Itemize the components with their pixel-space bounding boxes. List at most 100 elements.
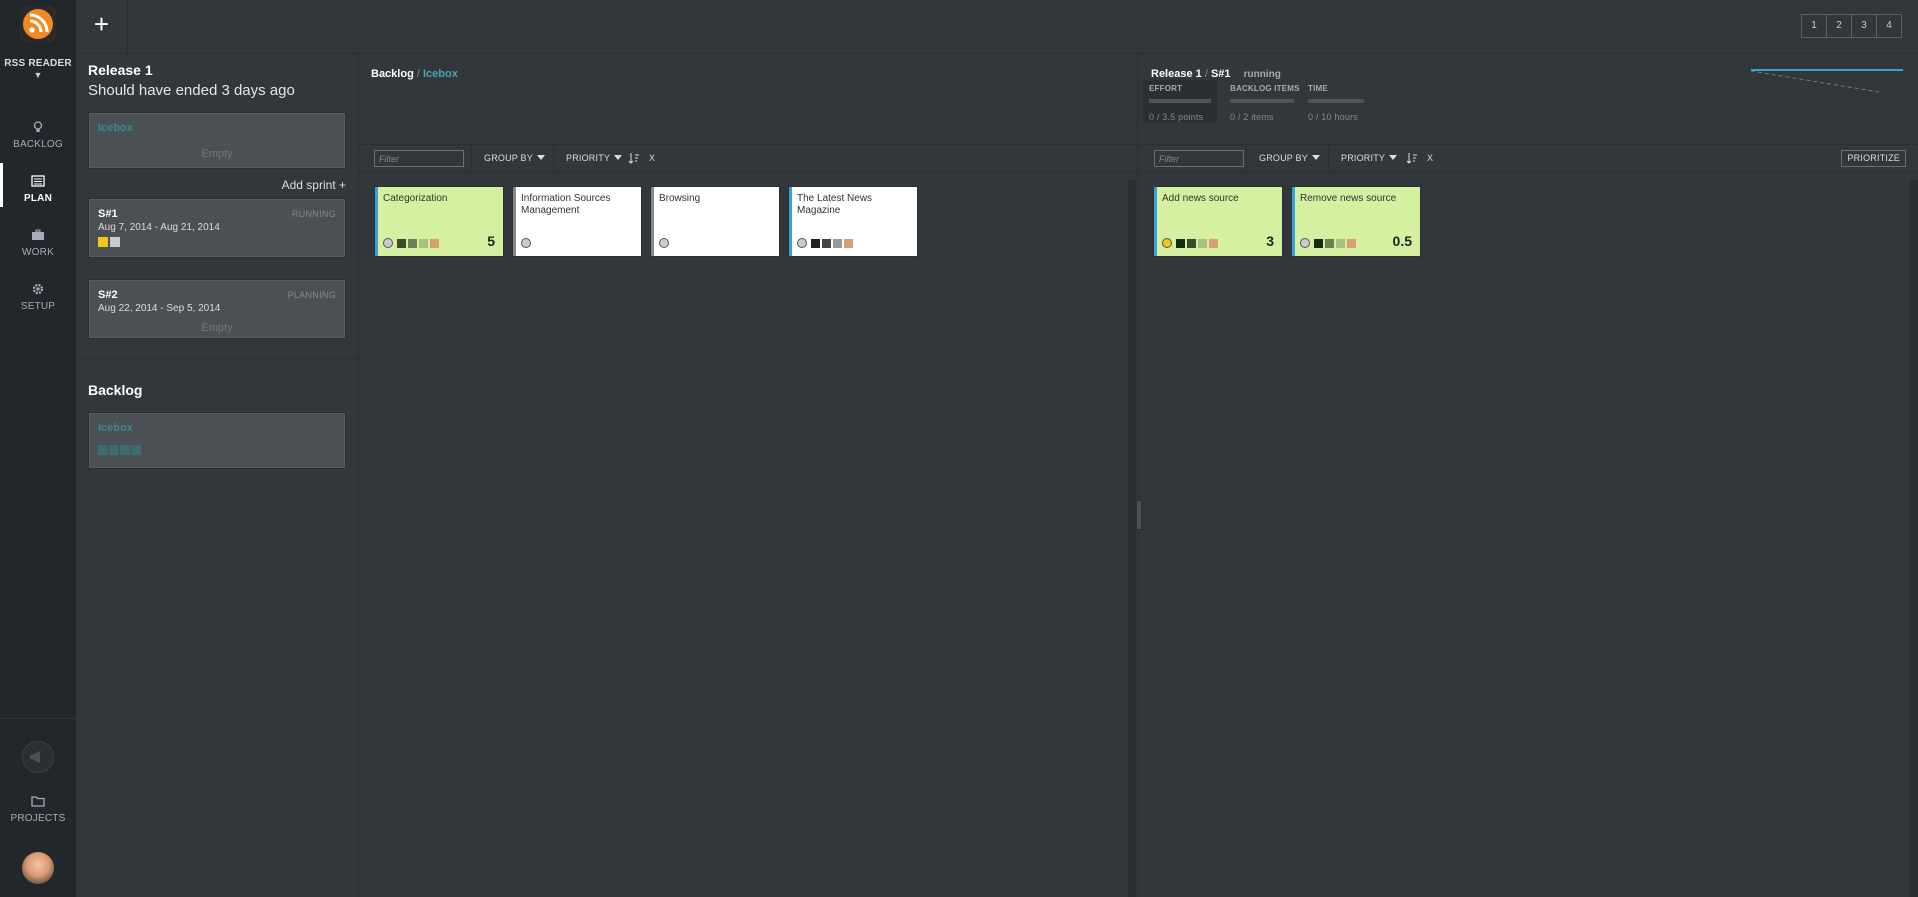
sprint-empty-label: Empty: [201, 322, 233, 334]
project-name[interactable]: RSS READER: [0, 58, 76, 69]
stat-time-progress: [1308, 99, 1364, 103]
nav-work-label: WORK: [22, 247, 54, 258]
story-card[interactable]: Remove news source 0.5: [1291, 186, 1421, 257]
priority-label: PRIORITY: [566, 153, 611, 163]
filter-input[interactable]: [1154, 150, 1244, 167]
megaphone-icon[interactable]: [22, 741, 54, 773]
task-chip[interactable]: [1209, 239, 1218, 248]
icebox-empty-label: Empty: [201, 148, 233, 160]
story-card[interactable]: Browsing: [650, 186, 780, 257]
stat-items-label: BACKLOG ITEMS: [1230, 84, 1300, 93]
task-chip[interactable]: [833, 239, 842, 248]
breadcrumb-icebox[interactable]: Icebox: [423, 68, 458, 80]
status-chip: [120, 445, 130, 455]
card-accent-bar: [651, 187, 654, 256]
sprint-release-link[interactable]: Release 1: [1151, 68, 1202, 80]
sprint-card-s1[interactable]: S#1 RUNNING Aug 7, 2014 - Aug 21, 2014: [88, 198, 346, 258]
status-circle[interactable]: [521, 238, 531, 248]
status-circle[interactable]: [1162, 238, 1172, 248]
group-by-label: GROUP BY: [484, 153, 533, 163]
chevron-down-icon[interactable]: ▼: [0, 70, 76, 80]
sprint-name-link[interactable]: S#1: [1211, 68, 1231, 80]
release-title[interactable]: Release 1: [88, 62, 153, 78]
status-circle[interactable]: [383, 238, 393, 248]
release-column: Release 1 Should have ended 3 days ago I…: [76, 54, 359, 897]
task-chip[interactable]: [419, 239, 428, 248]
card-title: The Latest News Magazine: [797, 193, 873, 216]
nav-work[interactable]: WORK: [0, 228, 76, 258]
view-button-4[interactable]: 4: [1876, 14, 1902, 38]
group-by-dropdown[interactable]: GROUP BY: [1246, 145, 1321, 172]
task-chip[interactable]: [1347, 239, 1356, 248]
nav-projects[interactable]: PROJECTS: [0, 794, 76, 824]
rss-logo-icon[interactable]: [20, 6, 56, 42]
clear-filter-button[interactable]: X: [649, 145, 655, 172]
stat-effort: EFFORT 0 / 3.5 points: [1143, 80, 1217, 122]
status-circle[interactable]: [1300, 238, 1310, 248]
story-card[interactable]: Categorization 5: [374, 186, 504, 257]
group-by-dropdown[interactable]: GROUP BY: [471, 145, 546, 172]
priority-dropdown[interactable]: PRIORITY: [553, 145, 663, 172]
icebox-label: Icebox: [98, 122, 133, 134]
user-avatar[interactable]: [22, 852, 54, 884]
task-chip[interactable]: [1336, 239, 1345, 248]
card-accent-bar: [375, 187, 378, 256]
priority-dropdown[interactable]: PRIORITY: [1328, 145, 1438, 172]
task-chip[interactable]: [1187, 239, 1196, 248]
stat-effort-value: 0 / 3.5 points: [1149, 112, 1204, 122]
stat-effort-label: EFFORT: [1149, 84, 1183, 93]
nav-setup-label: SETUP: [20, 301, 56, 312]
view-button-1[interactable]: 1: [1801, 14, 1827, 38]
add-sprint-button[interactable]: Add sprint +: [282, 178, 346, 192]
task-chip[interactable]: [844, 239, 853, 248]
view-button-3[interactable]: 3: [1851, 14, 1877, 38]
story-card[interactable]: Information Sources Management: [512, 186, 642, 257]
task-chip[interactable]: [822, 239, 831, 248]
status-circle[interactable]: [659, 238, 669, 248]
stat-time: TIME 0 / 10 hours: [1308, 84, 1364, 122]
sort-icon[interactable]: [628, 152, 640, 164]
task-chip[interactable]: [1176, 239, 1185, 248]
caret-down-icon: [1389, 155, 1398, 160]
task-chips: [1176, 239, 1220, 248]
clear-filter-button[interactable]: X: [1427, 145, 1433, 172]
scrollbar[interactable]: [1128, 180, 1136, 897]
task-chips: [1314, 239, 1358, 248]
task-chip[interactable]: [1325, 239, 1334, 248]
add-button[interactable]: +: [76, 0, 128, 54]
nav-plan[interactable]: PLAN: [0, 174, 76, 204]
prioritize-button[interactable]: PRIORITIZE: [1841, 150, 1906, 167]
lightbulb-icon: [0, 120, 76, 136]
nav-backlog[interactable]: BACKLOG: [0, 120, 76, 150]
top-bar: + 1 2 3 4: [76, 0, 1918, 54]
story-card[interactable]: The Latest News Magazine: [788, 186, 918, 257]
task-chip[interactable]: [1314, 239, 1323, 248]
task-chips: [397, 239, 441, 248]
task-chip[interactable]: [408, 239, 417, 248]
stat-time-label: TIME: [1308, 84, 1328, 93]
breadcrumb-backlog[interactable]: Backlog: [371, 68, 414, 80]
task-chip[interactable]: [811, 239, 820, 248]
breadcrumb-separator: /: [1204, 68, 1208, 80]
filter-input[interactable]: [374, 150, 464, 167]
task-chip[interactable]: [397, 239, 406, 248]
status-circle[interactable]: [797, 238, 807, 248]
view-button-2[interactable]: 2: [1826, 14, 1852, 38]
backlog-icebox[interactable]: Icebox: [88, 412, 346, 469]
sprint-card-s2[interactable]: S#2 PLANNING Aug 22, 2014 - Sep 5, 2014 …: [88, 279, 346, 339]
breadcrumb: Backlog / Icebox: [371, 68, 458, 80]
status-chip: [98, 237, 108, 247]
app: RSS READER ▼ BACKLOG PLAN WORK SETUP PRO…: [0, 0, 1918, 897]
nav-setup[interactable]: SETUP: [0, 282, 76, 312]
story-card[interactable]: Add news source 3: [1153, 186, 1283, 257]
sort-icon[interactable]: [1406, 152, 1418, 164]
task-chip[interactable]: [430, 239, 439, 248]
list-icon: [0, 174, 76, 190]
task-chip[interactable]: [1198, 239, 1207, 248]
view-toggle-group: 1 2 3 4: [1801, 14, 1902, 38]
group-by-label: GROUP BY: [1259, 153, 1308, 163]
release-icebox[interactable]: Icebox Empty: [88, 112, 346, 169]
scrollbar[interactable]: [1910, 180, 1918, 897]
caret-down-icon: [536, 155, 545, 160]
stat-time-value: 0 / 10 hours: [1308, 112, 1358, 122]
